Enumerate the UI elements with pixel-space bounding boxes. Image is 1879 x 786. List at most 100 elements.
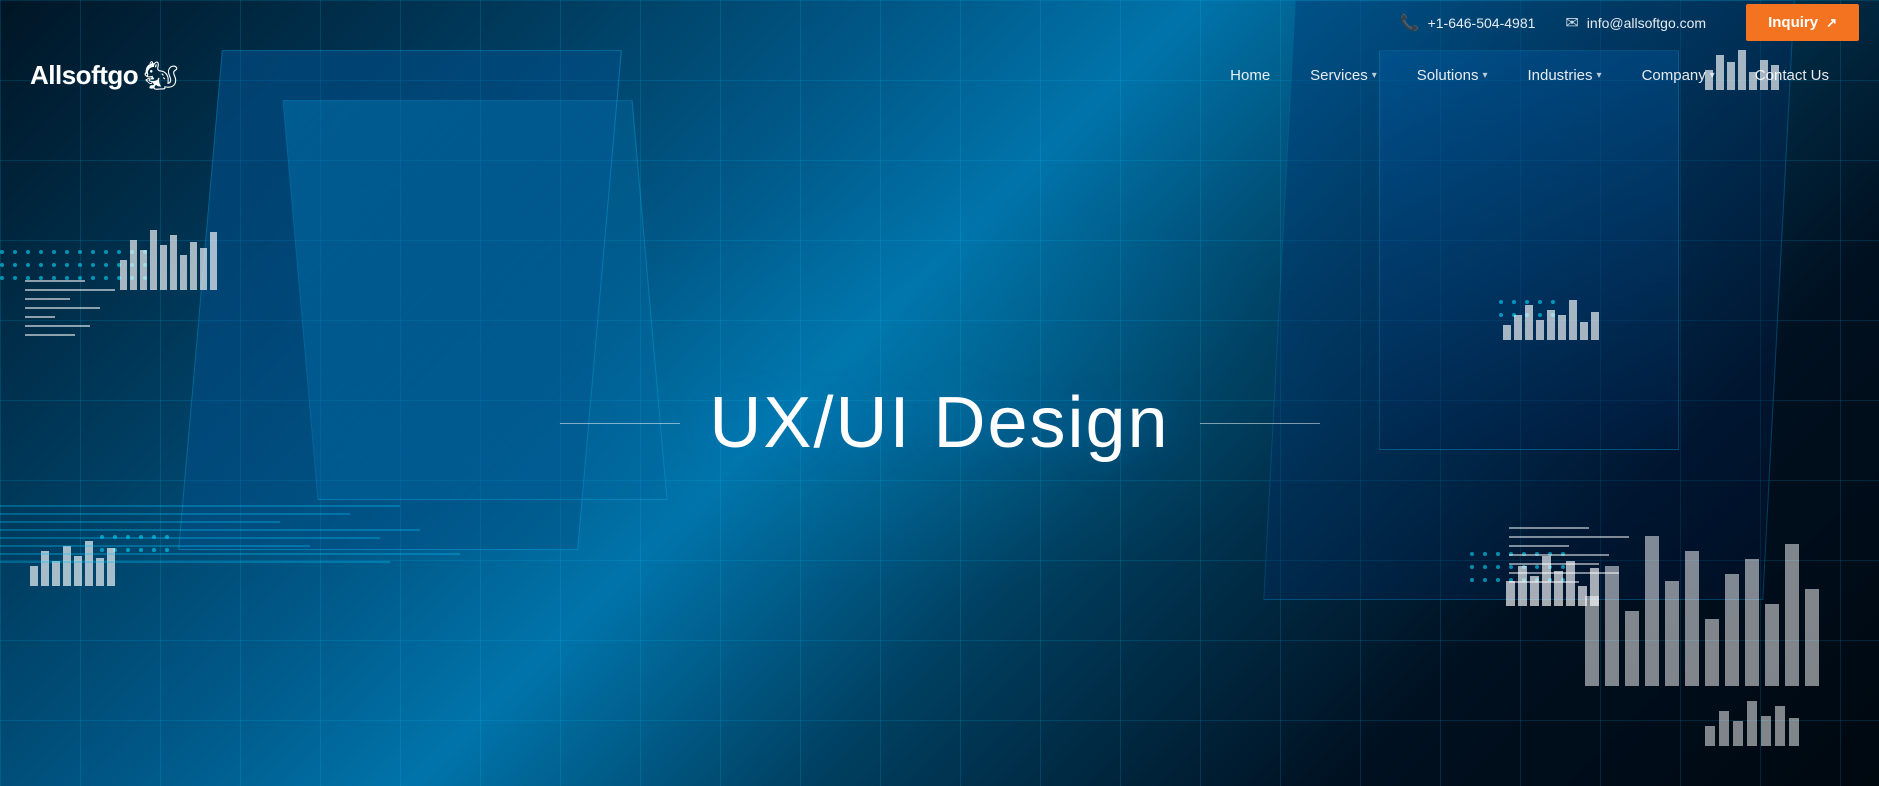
data-bar (170, 235, 177, 290)
data-bar (130, 240, 137, 290)
nav-item-contact-us[interactable]: Contact Us (1735, 67, 1849, 84)
dot (1496, 552, 1500, 556)
h-line (25, 298, 70, 300)
data-bar (1775, 706, 1785, 746)
data-bar (1585, 596, 1599, 686)
logo[interactable]: Allsoftgo 🐿 (30, 59, 179, 92)
h-line (1509, 563, 1599, 565)
dot (78, 263, 82, 267)
data-bar (1789, 718, 1799, 746)
h-line (25, 280, 85, 282)
h-line (1509, 545, 1569, 547)
email-link[interactable]: ✉ info@allsoftgo.com (1565, 13, 1706, 33)
data-bar (1747, 701, 1757, 746)
email-icon: ✉ (1565, 13, 1578, 33)
data-bar (1645, 536, 1659, 686)
hero-title: UX/UI Design (709, 382, 1169, 464)
phone-number: +1-646-504-4981 (1428, 15, 1536, 31)
logo-icon: 🐿 (143, 59, 179, 92)
nav-item-home[interactable]: Home (1210, 67, 1290, 84)
data-bar (1514, 315, 1522, 340)
nav-links: HomeServices▾Solutions▾Industries▾Compan… (1210, 67, 1849, 84)
data-bar (1580, 322, 1588, 340)
data-bar (150, 230, 157, 290)
data-bar (1733, 721, 1743, 746)
h-line (25, 316, 55, 318)
data-bar (1725, 574, 1739, 687)
dot (52, 250, 56, 254)
nav-item-services[interactable]: Services▾ (1290, 67, 1397, 84)
h-line (1509, 581, 1579, 583)
data-bar (1805, 589, 1819, 687)
data-bar (1625, 611, 1639, 686)
hlines-bottom (0, 505, 460, 566)
data-bar (160, 245, 167, 290)
h-line (1509, 527, 1589, 529)
hlines-bottomright (1509, 527, 1629, 586)
hero-section: 📞 +1-646-504-4981 ✉ info@allsoftgo.com I… (0, 0, 1879, 786)
dot (39, 250, 43, 254)
dot (91, 263, 95, 267)
h-line (25, 325, 90, 327)
data-bar (190, 242, 197, 290)
h-line (25, 307, 100, 309)
h-line (0, 561, 390, 563)
h-line (0, 529, 420, 531)
phone-icon: 📞 (1400, 13, 1420, 33)
dot (26, 263, 30, 267)
nav-item-solutions[interactable]: Solutions▾ (1397, 67, 1508, 84)
dot (78, 250, 82, 254)
h-line (0, 521, 280, 523)
data-bar (200, 248, 207, 290)
data-bar (1591, 312, 1599, 340)
nav-chevron-icon: ▾ (1372, 70, 1377, 81)
inquiry-button[interactable]: Inquiry ↗ (1746, 4, 1859, 41)
data-bar (1785, 544, 1799, 687)
nav-chevron-icon: ▾ (1597, 70, 1602, 81)
dot (104, 263, 108, 267)
data-bar (120, 260, 127, 290)
dot (13, 250, 17, 254)
h-line (0, 537, 380, 539)
data-bar (1558, 315, 1566, 340)
h-line (1509, 572, 1619, 574)
nav-item-company[interactable]: Company▾ (1622, 67, 1735, 84)
nav-chevron-icon: ▾ (1710, 70, 1715, 81)
phone-link[interactable]: 📞 +1-646-504-4981 (1400, 13, 1536, 33)
data-bars-left2 (120, 230, 217, 290)
dot (0, 250, 4, 254)
dot (0, 276, 4, 280)
data-bar (1705, 726, 1715, 746)
geo-shape-4 (1379, 50, 1679, 450)
h-line (0, 545, 310, 547)
data-bar (1705, 619, 1719, 687)
hero-content: UX/UI Design (709, 382, 1169, 464)
dot (65, 263, 69, 267)
dot (39, 263, 43, 267)
hlines-left (25, 280, 115, 339)
data-bar (1765, 604, 1779, 687)
data-bar (210, 232, 217, 290)
dot (13, 263, 17, 267)
title-line-right (1200, 423, 1320, 424)
dot (1470, 578, 1474, 582)
dot (1483, 565, 1487, 569)
data-bar (1525, 305, 1533, 340)
dot (1470, 552, 1474, 556)
h-line (1509, 554, 1609, 556)
data-bar (180, 255, 187, 290)
h-line (0, 553, 460, 555)
dot (91, 250, 95, 254)
bottom-right-bars (1705, 701, 1799, 746)
external-link-icon: ↗ (1826, 15, 1837, 31)
h-line (25, 334, 75, 336)
data-bar (1503, 325, 1511, 340)
nav-bar: Allsoftgo 🐿 HomeServices▾Solutions▾Indus… (0, 45, 1879, 105)
email-address: info@allsoftgo.com (1587, 15, 1706, 31)
nav-item-industries[interactable]: Industries▾ (1507, 67, 1621, 84)
dot (1483, 578, 1487, 582)
dot (1496, 578, 1500, 582)
data-bars-right (1503, 300, 1599, 340)
dot (65, 250, 69, 254)
data-bar (1536, 320, 1544, 340)
